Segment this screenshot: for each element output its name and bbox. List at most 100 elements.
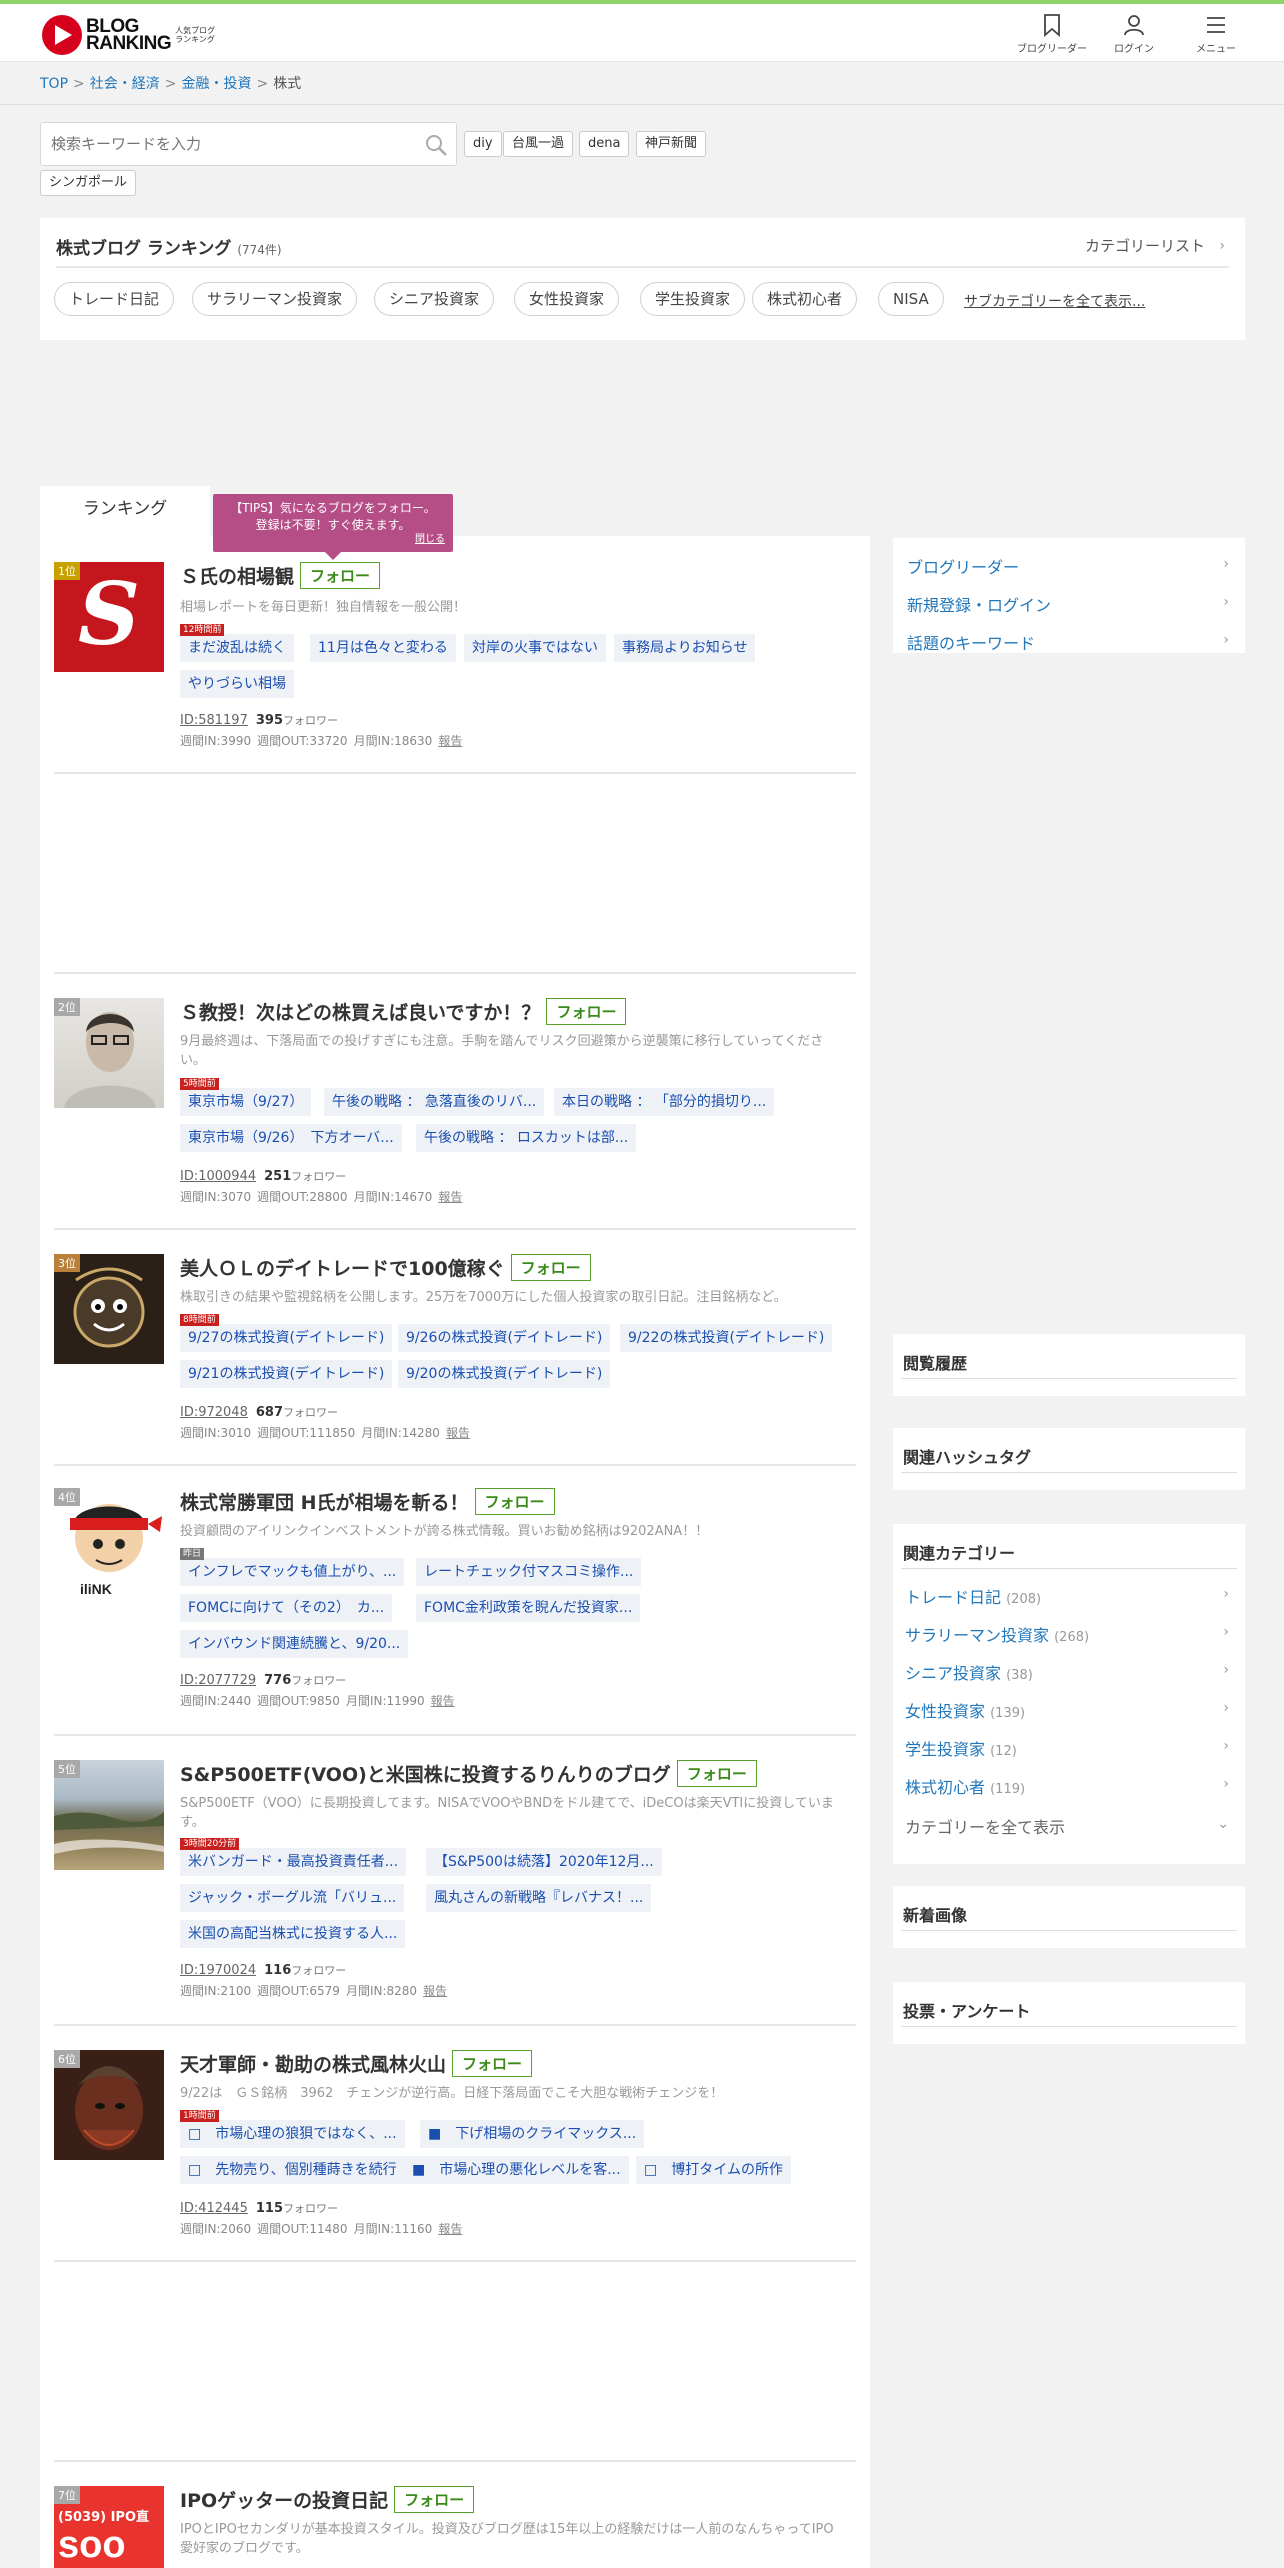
rank-badge: 2位 [54, 998, 80, 1016]
article-link[interactable]: 対岸の火事ではない [464, 634, 606, 662]
article-link[interactable]: 米国の高配当株式に投資する人... [180, 1920, 406, 1948]
divider [901, 1930, 1237, 1931]
subcategory-chip[interactable]: 株式初心者 [752, 282, 858, 316]
breadcrumb-finance[interactable]: 金融・投資 [181, 76, 251, 92]
article-link[interactable]: □ 市場心理の狼狽ではなく、... [180, 2120, 405, 2148]
article-link[interactable]: 午後の戦略 ： 急落直後のリバ... [324, 1088, 545, 1116]
article-link[interactable]: 11月は色々と変わる [310, 634, 456, 662]
report-link[interactable]: 報告 [446, 1426, 470, 1440]
related-category-item[interactable]: 株式初心者 (119) [905, 1774, 1025, 1798]
report-link[interactable]: 報告 [431, 1694, 455, 1708]
blog-stats: 週間IN:3010 週間OUT:111850 月間IN:14280 報告 [180, 1426, 470, 1440]
article-link[interactable]: 米バンガード・最高投資責任者... [180, 1848, 407, 1876]
article-link[interactable]: 9/21の株式投資(デイトレード) [180, 1360, 393, 1388]
divider [901, 2026, 1237, 2027]
follow-button[interactable]: フォロー [394, 2486, 475, 2513]
hashtag-title: 関連ハッシュタグ [903, 1448, 1032, 1467]
subcategory-chip[interactable]: NISA [878, 282, 944, 316]
breadcrumb-top[interactable]: TOP [40, 76, 68, 92]
category-panel: 株式ブログ ランキング (774件) カテゴリーリスト › トレード日記 サラリ… [40, 218, 1245, 340]
nav-menu[interactable]: メニュー [1188, 12, 1244, 55]
subcategory-chip[interactable]: 女性投資家 [514, 282, 620, 316]
blog-title[interactable]: IPOゲッターの投資日記 フォロー [180, 2486, 475, 2513]
tips-close-link[interactable]: 閉じる [415, 531, 445, 548]
subcategory-chip[interactable]: サラリーマン投資家 [192, 282, 358, 316]
subcategory-chip[interactable]: シニア投資家 [374, 282, 495, 316]
related-category-item[interactable]: 女性投資家 (139) [905, 1698, 1025, 1722]
related-category-item[interactable]: トレード日記 (208) [905, 1584, 1041, 1608]
ranking-entry: 2位 Ｓ教授！次はどの株買えば良いですか！？ フォロー 9月最終週は、下落局面での… [54, 998, 856, 1218]
nav-blog-reader[interactable]: ブログリーダー [1017, 12, 1087, 55]
related-category-item[interactable]: シニア投資家 (38) [905, 1660, 1033, 1684]
sidebar-link-blog-reader[interactable]: ブログリーダー [907, 554, 1019, 578]
follow-button[interactable]: フォロー [676, 1760, 757, 1787]
article-link[interactable]: インバウンド関連続騰と、9/20... [180, 1630, 409, 1658]
article-link[interactable]: 本日の戦略 ： 「部分的損切り... [554, 1088, 775, 1116]
article-link[interactable]: 9/27の株式投資(デイトレード) [180, 1324, 393, 1352]
blog-description: 9月最終週は、下落局面での投げすぎにも注意。手駒を踏んでリスク回避策から逆襲策に… [180, 1034, 824, 1068]
article-link[interactable]: ■ 市場心理の悪化レベルを客... [404, 2156, 629, 2184]
article-link[interactable]: ■ 下げ相場のクライマックス... [420, 2120, 645, 2148]
article-link[interactable]: やりづらい相場 [180, 670, 294, 698]
sidebar-link-register-login[interactable]: 新規登録・ログイン [907, 592, 1051, 616]
user-icon [1124, 15, 1144, 36]
keyword-tag[interactable]: dena [579, 131, 630, 157]
divider [0, 104, 1284, 105]
article-link[interactable]: □ 先物売り、個別種蒔きを続行 [180, 2156, 405, 2184]
report-link[interactable]: 報告 [423, 1984, 447, 1998]
category-list-link[interactable]: カテゴリーリスト [1085, 235, 1205, 256]
article-link[interactable]: 風丸さんの新戦略『レバナス！... [426, 1884, 652, 1912]
article-link[interactable]: 事務局よりお知らせ [614, 634, 756, 662]
article-link[interactable]: インフレでマックも値上がり、... [180, 1558, 405, 1586]
breadcrumb-society[interactable]: 社会・経済 [90, 76, 160, 92]
article-link[interactable]: ジャック・ボーグル流「バリュ... [180, 1884, 405, 1912]
article-link[interactable]: 【S&P500は続落】2020年12月... [426, 1848, 662, 1876]
follow-button[interactable]: フォロー [510, 1254, 591, 1281]
follow-button[interactable]: フォロー [300, 562, 381, 589]
article-link[interactable]: 9/20の株式投資(デイトレード) [398, 1360, 611, 1388]
article-link[interactable]: まだ波乱は続く [180, 634, 294, 662]
related-category-item[interactable]: 学生投資家 (12) [905, 1736, 1017, 1760]
follow-button[interactable]: フォロー [452, 2050, 533, 2077]
site-logo[interactable]: BLOG RANKING 人気ブログランキング [42, 14, 215, 56]
subcategory-chip[interactable]: トレード日記 [54, 282, 175, 316]
blog-title[interactable]: S&P500ETF(VOO)と米国株に投資するりんりのブログ フォロー [180, 1760, 757, 1787]
article-link[interactable]: □ 博打タイムの所作 [636, 2156, 791, 2184]
sidebar-link-trending-keywords[interactable]: 話題のキーワード [907, 630, 1035, 654]
article-link[interactable]: 午後の戦略 ： ロスカットは部... [416, 1124, 637, 1152]
related-category-item[interactable]: サラリーマン投資家 (268) [905, 1622, 1089, 1646]
blog-title[interactable]: 株式常勝軍団 H氏が相場を斬る！ フォロー [180, 1488, 555, 1515]
keyword-tag[interactable]: diy [464, 131, 502, 157]
keyword-tag[interactable]: 台風一過 [503, 131, 574, 157]
article-link[interactable]: 9/26の株式投資(デイトレード) [398, 1324, 611, 1352]
sidebar-links: ブログリーダー › 新規登録・ログイン › 話題のキーワード › [893, 538, 1245, 653]
search-input[interactable] [41, 123, 411, 165]
keyword-tag[interactable]: 神戸新聞 [636, 131, 707, 157]
tab-ranking[interactable]: ランキング [40, 486, 210, 538]
report-link[interactable]: 報告 [438, 734, 462, 748]
show-all-subcategories-link[interactable]: サブカテゴリーを全て表示... [964, 291, 1145, 311]
subcategory-chip[interactable]: 学生投資家 [640, 282, 746, 316]
keyword-tag[interactable]: シンガポール [40, 170, 137, 196]
article-link[interactable]: 9/22の株式投資(デイトレード) [620, 1324, 833, 1352]
article-link[interactable]: 東京市場（9/26） 下方オーバ... [180, 1124, 402, 1152]
chevron-right-icon: › [1223, 1700, 1229, 1716]
article-link[interactable]: レートチェック付マスコミ操作... [416, 1558, 642, 1586]
blog-title[interactable]: 美人ＯＬのデイトレードで100億稼ぐ フォロー [180, 1254, 591, 1281]
article-link[interactable]: FOMCに向けて（その2） カ... [180, 1594, 393, 1622]
article-link[interactable]: FOMC金利政策を睨んだ投資家... [416, 1594, 641, 1622]
nav-login[interactable]: ログイン [1106, 12, 1162, 55]
blog-title[interactable]: 天才軍師・勘助の株式風林火山 フォロー [180, 2050, 533, 2077]
report-link[interactable]: 報告 [438, 1190, 462, 1204]
show-all-categories-link[interactable]: カテゴリーを全て表示 [905, 1814, 1065, 1838]
article-link[interactable]: 東京市場（9/27） [180, 1088, 312, 1116]
chevron-right-icon: › [1223, 1738, 1229, 1754]
blog-title[interactable]: Ｓ教授！次はどの株買えば良いですか！？ フォロー [180, 998, 627, 1025]
follow-button[interactable]: フォロー [474, 1488, 555, 1515]
blog-title[interactable]: Ｓ氏の相場観 フォロー [180, 562, 381, 589]
report-link[interactable]: 報告 [438, 2222, 462, 2236]
ranking-entry: 3位 美人ＯＬのデイトレードで100億稼ぐ フォロー 株取引きの結果や監視銘柄を公… [54, 1254, 856, 1454]
search-icon[interactable] [424, 133, 448, 157]
blog-stats: 週間IN:3070 週間OUT:28800 月間IN:14670 報告 [180, 1190, 463, 1204]
follow-button[interactable]: フォロー [546, 998, 627, 1025]
